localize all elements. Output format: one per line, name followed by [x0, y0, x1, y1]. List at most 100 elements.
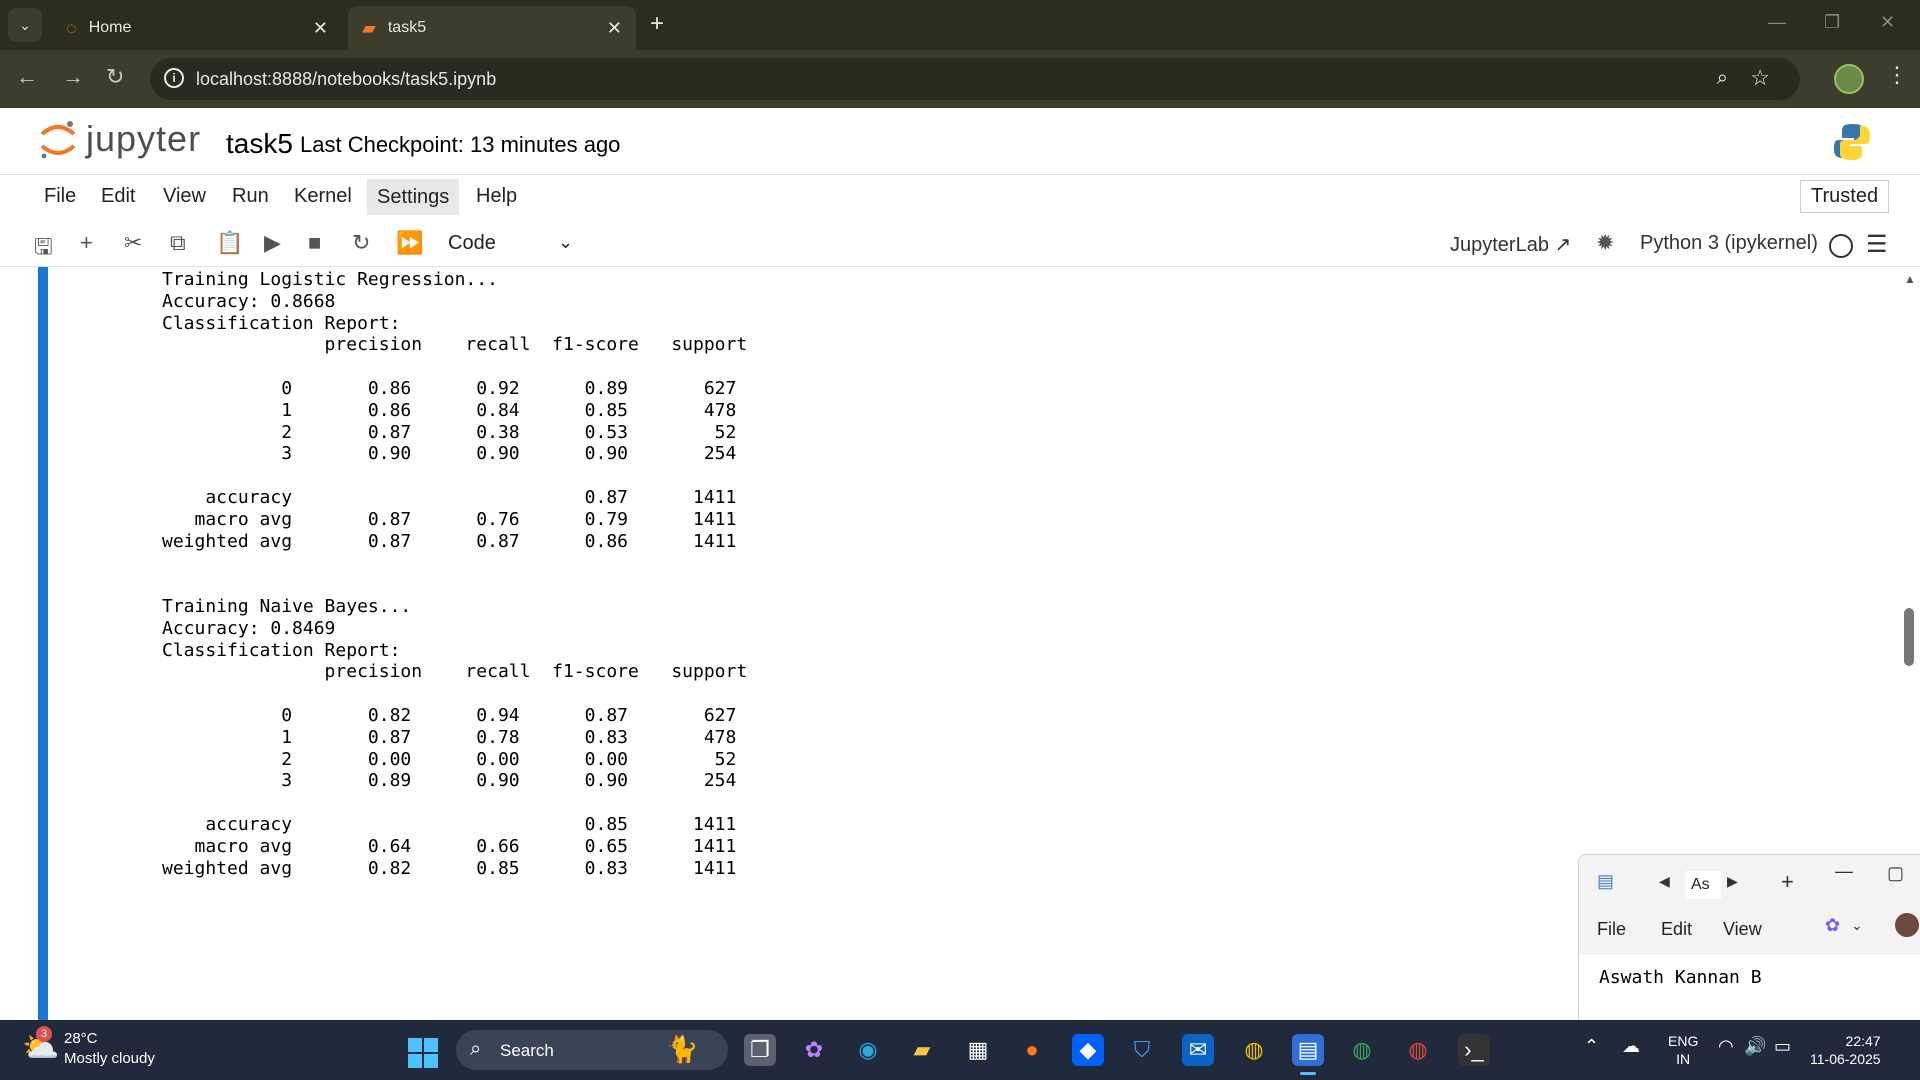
notepad-taskbar-icon[interactable]: ▤: [1292, 1034, 1324, 1075]
notebook-name[interactable]: task5: [226, 128, 293, 160]
insert-cell-icon[interactable]: +: [80, 230, 93, 256]
open-jupyterlab-link[interactable]: JupyterLab ↗: [1450, 232, 1571, 257]
tray-overflow-icon[interactable]: ⌃: [1584, 1036, 1599, 1057]
tab-task5-close-icon[interactable]: ✕: [607, 18, 622, 39]
menu-help[interactable]: Help: [476, 185, 517, 208]
output-line: macro avg 0.87 0.76 0.79 1411: [162, 508, 737, 530]
task-view-icon[interactable]: ❐: [744, 1034, 776, 1066]
menu-kernel[interactable]: Kernel: [294, 185, 352, 208]
run-icon[interactable]: ▶: [264, 230, 281, 256]
scroll-up-icon[interactable]: ▲: [1904, 272, 1916, 286]
microsoft-store-icon[interactable]: ▦: [962, 1034, 994, 1066]
notepad-menu-edit[interactable]: Edit: [1661, 919, 1692, 940]
restart-run-all-icon[interactable]: ⏩: [396, 230, 423, 256]
taskbar: ⛅ 3 28°C Mostly cloudy ⌕ Search 🐈 ❐ ✿ ◉ …: [0, 1020, 1920, 1080]
cut-icon[interactable]: ✂: [124, 230, 142, 256]
tab-search-dropdown-icon[interactable]: ⌄: [8, 8, 42, 42]
zoom-icon[interactable]: ⌕: [1717, 67, 1728, 90]
notepad-tab[interactable]: As: [1685, 871, 1721, 899]
kernel-name[interactable]: Python 3 (ipykernel): [1640, 232, 1818, 255]
outlook-icon[interactable]: ✉: [1182, 1034, 1214, 1066]
firefox-icon[interactable]: ●: [1016, 1034, 1048, 1066]
language-indicator[interactable]: ENG IN: [1668, 1032, 1698, 1068]
notepad-editor[interactable]: [1579, 955, 1920, 1021]
notepad-minimize-icon[interactable]: —: [1835, 861, 1853, 882]
save-icon[interactable]: 🖫: [34, 230, 53, 268]
dropbox-icon[interactable]: ◆: [1072, 1034, 1104, 1066]
scrollbar-thumb[interactable]: [1904, 608, 1914, 666]
chrome-profile-2-icon[interactable]: ◍: [1402, 1034, 1434, 1066]
output-line: Accuracy: 0.8668: [162, 290, 336, 312]
file-explorer-icon[interactable]: ▰: [906, 1034, 938, 1066]
back-icon[interactable]: ←: [16, 64, 38, 90]
battery-icon[interactable]: ▭: [1774, 1036, 1791, 1057]
more-menu-icon[interactable]: ☰: [1866, 230, 1888, 259]
copy-icon[interactable]: ⧉: [170, 230, 186, 256]
forward-icon[interactable]: →: [62, 64, 84, 90]
profile-avatar[interactable]: [1834, 64, 1864, 94]
restore-icon[interactable]: ❐: [1824, 12, 1840, 33]
tab-right-arrow-icon[interactable]: ▶: [1727, 873, 1738, 890]
menu-file[interactable]: File: [44, 185, 76, 208]
terminal-icon[interactable]: ›_: [1458, 1034, 1490, 1066]
trusted-indicator[interactable]: Trusted: [1800, 180, 1890, 213]
tab-home-label: Home: [88, 19, 132, 36]
weather-condition[interactable]: Mostly cloudy: [64, 1050, 155, 1067]
search-highlight-cat-icon: 🐈: [666, 1034, 699, 1064]
menu-settings[interactable]: Settings: [367, 179, 460, 215]
copilot-icon[interactable]: ✿: [1825, 915, 1840, 936]
wifi-icon[interactable]: ◠: [1718, 1036, 1734, 1057]
new-tab-icon[interactable]: +: [1781, 869, 1794, 895]
chrome-icon[interactable]: ◍: [1238, 1034, 1270, 1066]
account-avatar[interactable]: [1895, 913, 1919, 937]
interrupt-icon[interactable]: ■: [308, 230, 321, 256]
cell-collapser[interactable]: [38, 267, 48, 1020]
menu-run[interactable]: Run: [232, 185, 269, 208]
output-line: 2 0.87 0.38 0.53 52: [162, 421, 737, 443]
copilot-taskbar-icon[interactable]: ✿: [798, 1034, 830, 1066]
address-bar[interactable]: i localhost:8888/notebooks/task5.ipynb ⌕…: [150, 58, 1800, 100]
start-windows-icon[interactable]: [408, 1038, 438, 1068]
jupyter-favicon-icon: ◌: [66, 17, 77, 38]
weather-temperature[interactable]: 28°C: [64, 1030, 98, 1047]
menu-edit[interactable]: Edit: [101, 185, 135, 208]
taskbar-search[interactable]: ⌕ Search 🐈: [456, 1030, 728, 1070]
notepad-menu-file[interactable]: File: [1597, 919, 1626, 940]
sync-error-icon[interactable]: ☁: [1622, 1036, 1640, 1057]
new-tab-icon[interactable]: +: [650, 10, 664, 38]
output-line: accuracy 0.85 1411: [162, 813, 737, 835]
close-window-icon[interactable]: ✕: [1880, 12, 1895, 33]
volume-icon[interactable]: 🔊: [1744, 1036, 1766, 1057]
site-info-icon[interactable]: i: [164, 68, 184, 88]
paste-icon[interactable]: 📋: [216, 230, 243, 256]
clock[interactable]: 22:47 11-06-2025: [1810, 1032, 1881, 1068]
tab-task5[interactable]: ▰ task5 ✕: [348, 6, 636, 50]
tab-home[interactable]: ◌ Home ✕: [52, 6, 342, 50]
reload-icon[interactable]: ↻: [106, 64, 124, 90]
menu-view[interactable]: View: [163, 185, 206, 208]
edge-icon[interactable]: ◉: [852, 1034, 884, 1066]
cell-type-select[interactable]: Code: [448, 232, 496, 255]
chevron-down-icon[interactable]: ⌄: [558, 232, 573, 253]
bookmark-star-icon[interactable]: ☆: [1750, 65, 1770, 91]
debugger-bug-icon[interactable]: ✹: [1596, 230, 1614, 256]
clock-time: 22:47: [1845, 1033, 1881, 1049]
tab-home-close-icon[interactable]: ✕: [313, 18, 328, 39]
kernel-status-icon: [1829, 234, 1853, 258]
minimize-icon[interactable]: —: [1768, 12, 1786, 33]
notepad-menu-view[interactable]: View: [1723, 919, 1762, 940]
python-logo-icon: [1834, 124, 1870, 160]
jupyter-wordmark: jupyter: [86, 118, 202, 159]
output-line: weighted avg 0.87 0.87 0.86 1411: [162, 530, 737, 552]
output-line: 1 0.87 0.78 0.83 478: [162, 726, 737, 748]
tab-left-arrow-icon[interactable]: ◀: [1659, 873, 1670, 890]
restart-icon[interactable]: ↻: [352, 230, 370, 256]
chrome-profile-icon[interactable]: ◍: [1346, 1034, 1378, 1066]
copilot-chevron-icon[interactable]: ⌄: [1851, 917, 1863, 934]
output-line: Training Naive Bayes...: [162, 595, 412, 617]
notepad-maximize-icon[interactable]: ▢: [1887, 863, 1904, 884]
last-checkpoint: Last Checkpoint: 13 minutes ago: [300, 132, 621, 157]
vpn-shield-icon[interactable]: ⛉: [1126, 1034, 1158, 1066]
browser-menu-icon[interactable]: ⋮: [1886, 62, 1908, 88]
